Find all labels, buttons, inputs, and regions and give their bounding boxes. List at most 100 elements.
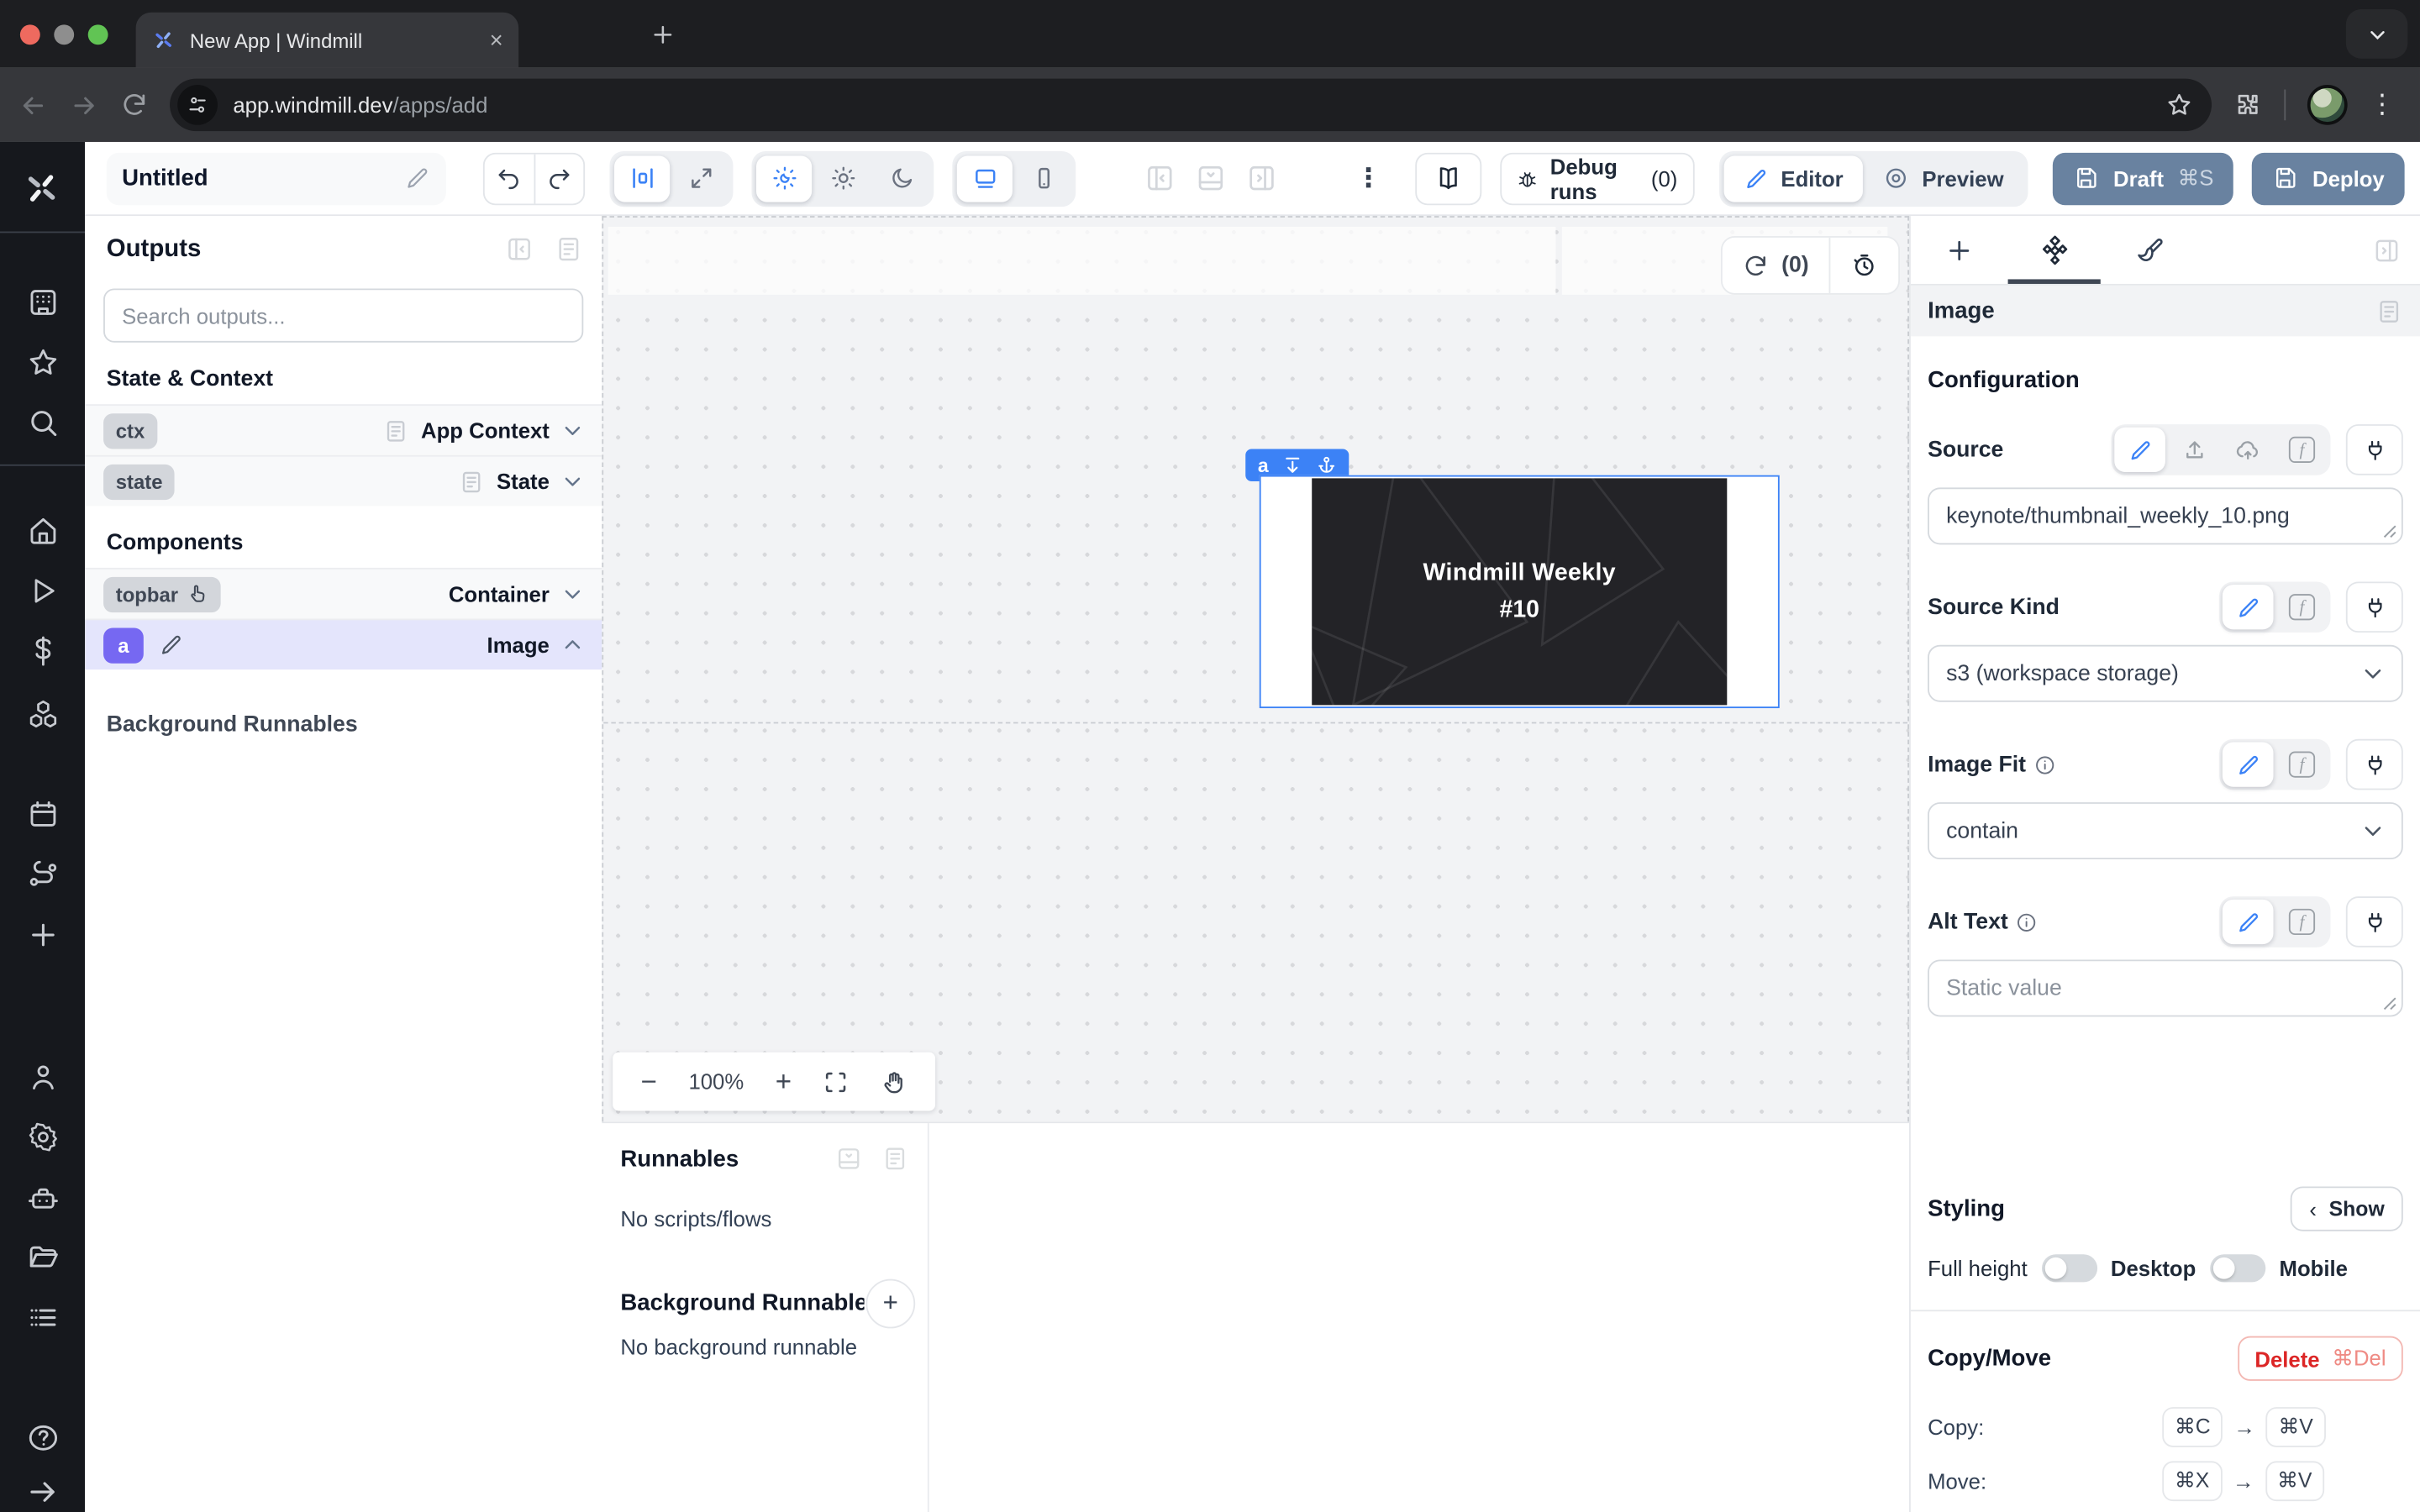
anchor-icon[interactable]: [1317, 455, 1337, 475]
topbar-container[interactable]: [608, 227, 1556, 295]
bookmark-star-icon[interactable]: [2165, 91, 2193, 118]
browser-tab[interactable]: New App | Windmill ×: [136, 13, 519, 68]
tab-insert[interactable]: [1911, 216, 2007, 284]
resize-grip[interactable]: [2383, 997, 2397, 1011]
collapse-panel-icon[interactable]: [505, 234, 534, 264]
rename-pencil-icon[interactable]: [404, 165, 430, 192]
zoom-in-icon[interactable]: +: [776, 1065, 792, 1098]
avatar[interactable]: [2307, 85, 2348, 125]
collapse-bottom-icon[interactable]: [835, 1145, 863, 1173]
toggle-bottom-panel-icon[interactable]: [1195, 162, 1228, 195]
chevron-down-icon[interactable]: [562, 420, 584, 442]
zoom-out-icon[interactable]: −: [641, 1065, 657, 1098]
settings-gear-icon[interactable]: [24, 1119, 60, 1154]
fullscreen-layout-button[interactable]: [673, 155, 729, 202]
app-canvas[interactable]: (0) a: [602, 216, 1909, 1121]
url-field[interactable]: app.windmill.dev/apps/add: [170, 79, 2212, 131]
forward-icon[interactable]: [70, 90, 99, 119]
outputs-doc-icon[interactable]: [554, 234, 583, 264]
fx-icon[interactable]: f: [2276, 742, 2328, 786]
show-styling-button[interactable]: ‹ Show: [2291, 1186, 2402, 1231]
back-icon[interactable]: [18, 90, 48, 119]
a-badge[interactable]: a: [103, 627, 144, 663]
full-height-mobile-toggle[interactable]: [2210, 1254, 2265, 1282]
connect-plug-icon[interactable]: [2346, 896, 2403, 948]
theme-light-button[interactable]: [815, 155, 871, 202]
chevron-down-icon[interactable]: [562, 470, 584, 492]
centered-layout-button[interactable]: [614, 155, 670, 202]
output-row-ctx[interactable]: ctx App Context: [85, 404, 602, 455]
image-fit-select[interactable]: contain: [1928, 802, 2403, 859]
flows-icon[interactable]: [24, 856, 60, 891]
toggle-left-panel-icon[interactable]: [1144, 162, 1176, 195]
mobile-view-button[interactable]: [1016, 155, 1071, 202]
runs-icon[interactable]: [24, 572, 60, 607]
debug-runs-button[interactable]: Debug runs (0): [1501, 152, 1695, 204]
selected-image-component[interactable]: Windmill Weekly #10: [1260, 475, 1780, 708]
theme-dark-button[interactable]: [874, 155, 929, 202]
fx-icon[interactable]: f: [2276, 428, 2328, 472]
info-icon[interactable]: [2016, 911, 2038, 933]
maximize-window-button[interactable]: [88, 24, 108, 44]
workers-robot-icon[interactable]: [24, 1180, 60, 1215]
schedules-icon[interactable]: [24, 796, 60, 832]
refresh-button[interactable]: (0): [1723, 238, 1828, 293]
tab-settings[interactable]: [2007, 216, 2102, 284]
resources-icon[interactable]: [24, 696, 60, 731]
browser-menu-icon[interactable]: ⋮: [2369, 90, 2395, 121]
topbar-badge[interactable]: topbar: [103, 576, 221, 612]
draft-button[interactable]: Draft ⌘S: [2053, 152, 2233, 204]
add-icon[interactable]: [24, 916, 60, 952]
alt-text-input[interactable]: [1928, 959, 2403, 1016]
preview-tab[interactable]: Preview: [1864, 155, 2024, 202]
extensions-icon[interactable]: [2233, 90, 2263, 119]
desktop-view-button[interactable]: [957, 155, 1013, 202]
connect-plug-icon[interactable]: [2346, 424, 2403, 475]
site-settings-icon[interactable]: [177, 85, 218, 125]
more-options-icon[interactable]: ⋮: [1355, 163, 1381, 194]
undo-button[interactable]: [484, 154, 534, 203]
help-icon[interactable]: [24, 1420, 60, 1455]
state-badge[interactable]: state: [103, 464, 175, 499]
upload-icon[interactable]: [2169, 428, 2220, 472]
deploy-button[interactable]: Deploy: [2252, 152, 2404, 204]
resize-grip[interactable]: [2383, 524, 2397, 538]
source-input[interactable]: [1928, 487, 2403, 544]
new-tab-button[interactable]: [651, 23, 675, 46]
expand-down-icon[interactable]: [1282, 455, 1302, 475]
component-doc-icon[interactable]: [2375, 297, 2403, 325]
users-icon[interactable]: [24, 1058, 60, 1094]
fit-view-icon[interactable]: [823, 1068, 850, 1095]
runnables-doc-icon[interactable]: [881, 1145, 909, 1173]
theme-auto-button[interactable]: [756, 155, 812, 202]
collapse-right-panel-icon[interactable]: [2372, 235, 2402, 265]
source-value-input[interactable]: [1946, 504, 2385, 528]
chevron-up-icon[interactable]: [562, 634, 584, 656]
chevron-down-icon[interactable]: [562, 583, 584, 605]
cloud-upload-icon[interactable]: [2223, 428, 2274, 472]
add-background-runnable-button[interactable]: +: [865, 1279, 915, 1329]
info-icon[interactable]: [2033, 753, 2055, 775]
static-pencil-icon[interactable]: [2223, 585, 2274, 629]
windmill-logo[interactable]: [20, 166, 63, 209]
outputs-search[interactable]: [103, 288, 583, 342]
history-button[interactable]: [1829, 238, 1899, 293]
static-pencil-icon[interactable]: [2223, 900, 2274, 944]
editor-tab[interactable]: Editor: [1723, 155, 1863, 202]
pan-hand-icon[interactable]: [881, 1068, 907, 1095]
redo-button[interactable]: [534, 154, 583, 203]
static-pencil-icon[interactable]: [2114, 428, 2165, 472]
variables-icon[interactable]: [24, 633, 60, 668]
favorites-star-icon[interactable]: [24, 344, 60, 380]
tab-styling-brush[interactable]: [2102, 216, 2198, 284]
outputs-search-input[interactable]: [122, 303, 565, 328]
minimize-window-button[interactable]: [54, 24, 74, 44]
reload-icon[interactable]: [120, 91, 148, 118]
output-row-topbar[interactable]: topbar Container: [85, 568, 602, 619]
output-row-a-selected[interactable]: a Image: [85, 619, 602, 670]
delete-button[interactable]: Delete ⌘Del: [2238, 1336, 2403, 1381]
full-height-desktop-toggle[interactable]: [2041, 1254, 2096, 1282]
close-window-button[interactable]: [20, 24, 40, 44]
connect-plug-icon[interactable]: [2346, 739, 2403, 790]
toggle-right-panel-icon[interactable]: [1245, 162, 1278, 195]
